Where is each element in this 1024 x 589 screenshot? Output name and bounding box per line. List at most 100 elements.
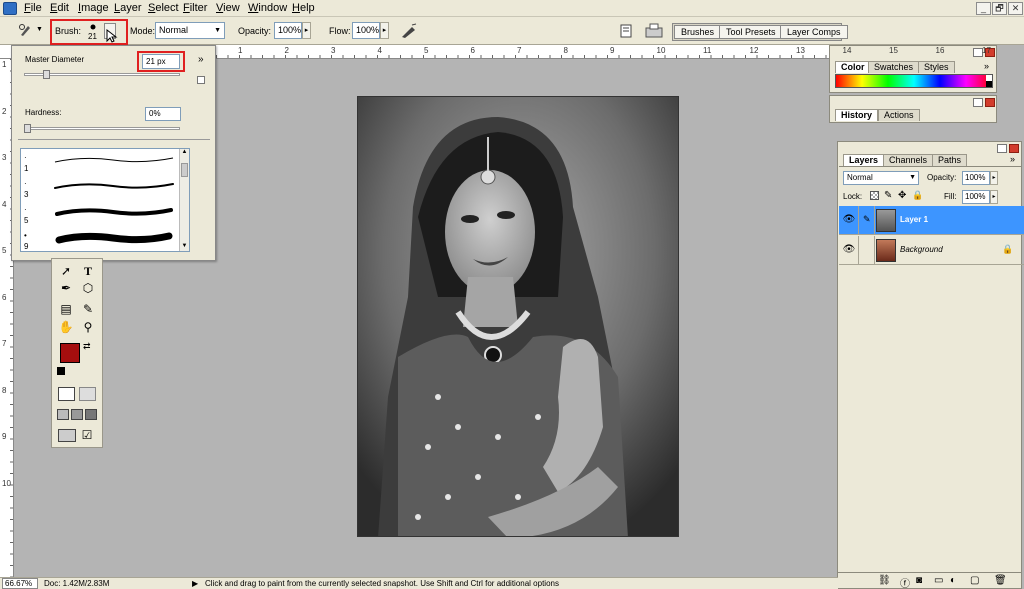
tool-preset-arrow-icon[interactable]: ▼ [36,26,43,33]
default-colors-icon[interactable] [57,367,65,375]
tab-history[interactable]: History [835,109,879,121]
close-button[interactable]: ✕ [1008,2,1023,15]
hardness-input[interactable]: 0% [145,107,181,121]
adjustment-layer-icon[interactable]: ◐ [950,575,956,586]
menu-layer[interactable]: Layer [114,2,142,14]
fill-input[interactable]: 100% [962,190,990,204]
use-sample-size-icon[interactable] [197,76,205,84]
scrollbar-thumb[interactable] [181,163,188,177]
menu-help[interactable]: Help [292,2,315,14]
restore-button[interactable]: 🗗 [992,2,1007,15]
panel-close-icon[interactable] [1009,144,1019,153]
panel-menu-arrow-icon[interactable]: » [984,61,989,71]
add-mask-icon[interactable]: ◙ [916,575,922,586]
layer-link-cell[interactable]: ✎ [860,206,875,234]
opacity-input[interactable]: 100% [274,22,302,39]
jump-to-imageready-icon[interactable] [58,429,76,442]
swap-colors-icon[interactable]: ⇄ [83,341,91,352]
trash-icon[interactable]: 🗑 [994,575,1007,586]
lock-all-icon[interactable]: 🔒 [912,190,923,201]
lock-position-icon[interactable]: ✥ [898,190,906,201]
flow-input[interactable]: 100% [352,22,380,39]
minimize-button[interactable]: _ [976,2,991,15]
brush-list-scrollbar[interactable]: ▲ ▼ [179,149,189,251]
hardness-slider[interactable] [24,127,180,130]
new-layer-icon[interactable]: ▢ [970,575,979,586]
photoshop-app-icon[interactable] [3,2,17,15]
brush-preset-5[interactable]: · 5 [21,201,179,227]
menu-select[interactable]: Select [148,2,179,14]
layer-row-background[interactable]: 👁 Background 🔒 [839,236,1024,265]
menu-edit[interactable]: Edit [50,2,69,14]
layer-row-layer-1[interactable]: 👁 ✎ Layer 1 [839,206,1024,235]
standard-mode-icon[interactable] [58,387,75,401]
tab-layers[interactable]: Layers [843,154,885,166]
link-layers-icon[interactable]: ⛓ [878,575,891,586]
file-browser-icon[interactable] [618,23,634,39]
tab-styles[interactable]: Styles [918,61,955,73]
shape-tool-icon[interactable]: ⬡ [80,280,96,296]
edit-in-imageready-icon[interactable]: ☑ [79,427,95,443]
tab-paths[interactable]: Paths [932,154,968,166]
layer-opacity-slider-button[interactable]: ▸ [990,171,998,185]
master-diameter-slider-thumb[interactable] [42,70,50,79]
layer-thumbnail[interactable] [876,209,896,232]
brushes-palette-tab[interactable]: Brushes [674,25,722,39]
color-ramp[interactable] [835,74,993,88]
brush-preset-list[interactable]: · 1 · 3 · 5 • 9 ▲ ▼ [20,148,190,252]
document-canvas[interactable] [357,96,679,537]
hand-tool-icon[interactable]: ✋ [58,319,74,335]
tab-actions[interactable]: Actions [878,109,920,121]
layer-opacity-input[interactable]: 100% [962,171,990,185]
brush-preset-3[interactable]: · 3 [21,175,179,201]
scroll-up-icon[interactable]: ▲ [181,149,188,157]
type-tool-icon[interactable]: T [80,263,96,279]
lock-pixels-icon[interactable]: ✎ [884,190,892,201]
menu-filter[interactable]: Filter [183,2,207,14]
layer-style-icon[interactable]: ⓕ [900,575,910,589]
layer-comps-palette-tab[interactable]: Layer Comps [780,25,848,39]
fill-slider-button[interactable]: ▸ [990,190,998,204]
status-menu-arrow-icon[interactable]: ▶ [192,579,198,588]
menu-image[interactable]: Image [78,2,109,14]
brush-preset-9[interactable]: • 9 [21,227,179,251]
brush-menu-arrow-icon[interactable]: » [198,54,204,65]
opacity-slider-button[interactable]: ▸ [302,22,311,39]
panel-menu-arrow-icon[interactable]: » [1010,154,1015,164]
zoom-field[interactable]: 66.67% [2,578,38,589]
tab-swatches[interactable]: Swatches [868,61,920,73]
path-selection-tool-icon[interactable]: ➚ [58,263,74,279]
flow-slider-button[interactable]: ▸ [380,22,389,39]
brush-preset-1[interactable]: · 1 [21,149,179,175]
palette-well-icon[interactable] [644,22,664,40]
visibility-toggle[interactable]: 👁 [839,236,859,264]
lock-transparency-icon[interactable] [870,191,879,200]
notes-tool-icon[interactable]: ▤ [58,301,74,317]
visibility-toggle[interactable]: 👁 [839,206,859,234]
zoom-tool-icon[interactable]: ⚲ [80,319,96,335]
new-group-icon[interactable]: ▭ [934,575,943,586]
foreground-color-swatch[interactable] [60,343,80,363]
full-screen-menu-mode-icon[interactable] [71,409,83,420]
airbrush-icon[interactable] [400,22,418,39]
blend-mode-select[interactable]: Normal ▼ [843,171,919,185]
mode-select[interactable]: Normal ▼ [155,22,225,39]
ruler-top[interactable] [216,45,838,59]
eyedropper-tool-icon[interactable]: ✎ [80,301,96,317]
quick-mask-mode-icon[interactable] [79,387,96,401]
layer-link-cell[interactable] [860,236,875,264]
hardness-slider-thumb[interactable] [24,124,31,133]
menu-view[interactable]: View [216,2,240,14]
layer-thumbnail[interactable] [876,239,896,262]
menu-file[interactable]: File [24,2,42,14]
black-swatch[interactable] [986,81,992,87]
panel-minimize-icon[interactable] [997,144,1007,153]
tab-channels[interactable]: Channels [883,154,934,166]
history-brush-tool-icon[interactable] [18,22,34,38]
panel-minimize-icon[interactable] [973,98,983,107]
standard-screen-mode-icon[interactable] [57,409,69,420]
panel-close-icon[interactable] [985,98,995,107]
tab-color[interactable]: Color [835,61,871,73]
layer-name[interactable]: Background [900,245,943,254]
tool-presets-palette-tab[interactable]: Tool Presets [719,25,783,39]
